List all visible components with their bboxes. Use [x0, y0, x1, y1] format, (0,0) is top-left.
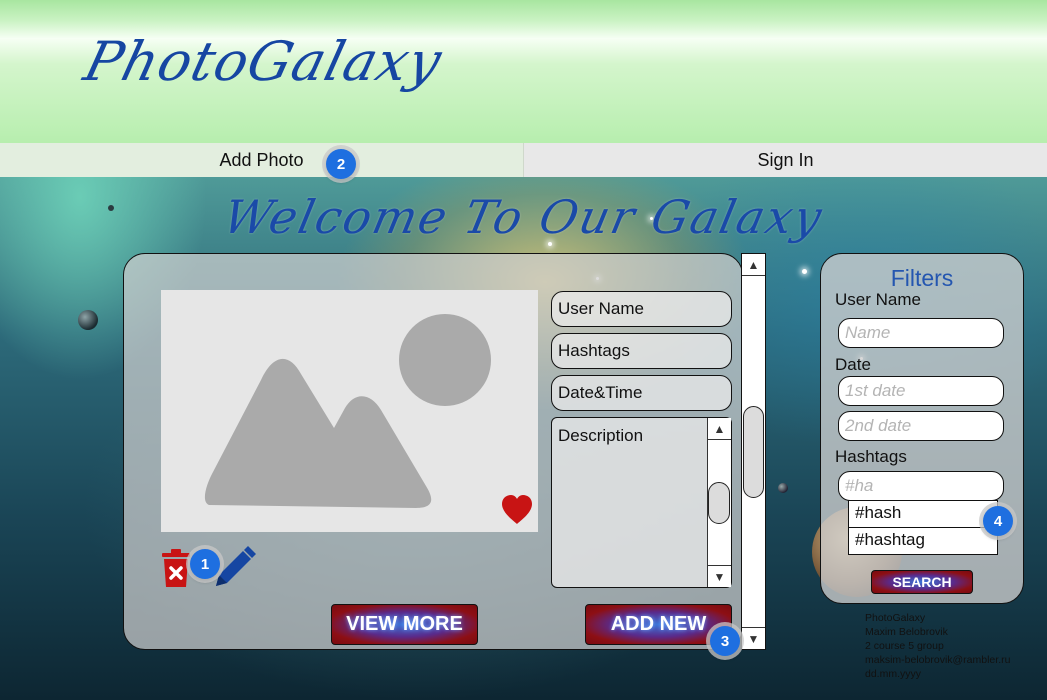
filter-name-input[interactable] [838, 318, 1004, 348]
scroll-down-icon[interactable]: ▼ [708, 565, 731, 587]
callout-badge-2: 2 [326, 149, 356, 179]
filter-hashtag-input[interactable] [838, 471, 1004, 501]
description-label: Description [558, 426, 644, 445]
planet-small-dark [78, 310, 98, 330]
nav-add-photo[interactable]: Add Photo [0, 143, 524, 177]
scroll-up-icon[interactable]: ▲ [708, 418, 731, 440]
footer-email: maksim-belobrovik@rambler.ru [865, 654, 1011, 666]
footer-line: dd.mm.yyyy [865, 668, 922, 680]
footer-info: PhotoGalaxy Maxim Belobrovik 2 course 5 … [865, 611, 1010, 681]
filter-user-name-label: User Name [835, 290, 921, 309]
heart-icon[interactable] [500, 493, 534, 527]
footer-line: PhotoGalaxy [865, 612, 926, 624]
trash-icon[interactable] [160, 548, 194, 588]
filters-title: Filters [890, 265, 954, 291]
hashtag-suggestions: #hash #hashtag [848, 500, 998, 555]
scroll-thumb[interactable] [708, 482, 730, 524]
suggestion-item[interactable]: #hash [849, 501, 997, 528]
callout-badge-3: 3 [710, 626, 740, 656]
star [802, 269, 807, 274]
footer-line: 2 course 5 group [865, 640, 944, 652]
header: PhotoGalaxy [0, 0, 1047, 143]
post-description[interactable]: Description ▲ ▼ [551, 417, 732, 588]
filter-date2-input[interactable] [838, 411, 1004, 441]
post-date-time: Date&Time [551, 375, 732, 411]
nav-sign-in[interactable]: Sign In [524, 143, 1047, 177]
planet-right [778, 483, 788, 493]
post-hashtags: Hashtags [551, 333, 732, 369]
logo: PhotoGalaxy [78, 30, 449, 93]
filter-date-label: Date [835, 355, 871, 374]
callout-badge-1: 1 [190, 549, 220, 579]
view-more-button[interactable]: VIEW MORE [331, 604, 478, 645]
image-placeholder-icon [204, 314, 491, 508]
scroll-thumb[interactable] [743, 406, 764, 498]
suggestion-item[interactable]: #hashtag [849, 528, 997, 555]
scroll-up-icon[interactable]: ▲ [742, 254, 765, 276]
welcome-title: Welcome To Our Galaxy [218, 190, 829, 244]
footer-line: Maxim Belobrovik [865, 626, 948, 638]
post-user-name: User Name [551, 291, 732, 327]
description-scrollbar[interactable]: ▲ ▼ [707, 418, 731, 587]
filter-date1-input[interactable] [838, 376, 1004, 406]
scroll-down-icon[interactable]: ▼ [742, 627, 765, 649]
main-scrollbar[interactable]: ▲ ▼ [741, 253, 766, 650]
nav-bar: Add Photo Sign In [0, 143, 1047, 177]
callout-badge-4: 4 [983, 506, 1013, 536]
photo-placeholder[interactable] [161, 290, 538, 532]
filter-hashtags-label: Hashtags [835, 447, 907, 466]
search-button[interactable]: SEARCH [871, 570, 973, 594]
